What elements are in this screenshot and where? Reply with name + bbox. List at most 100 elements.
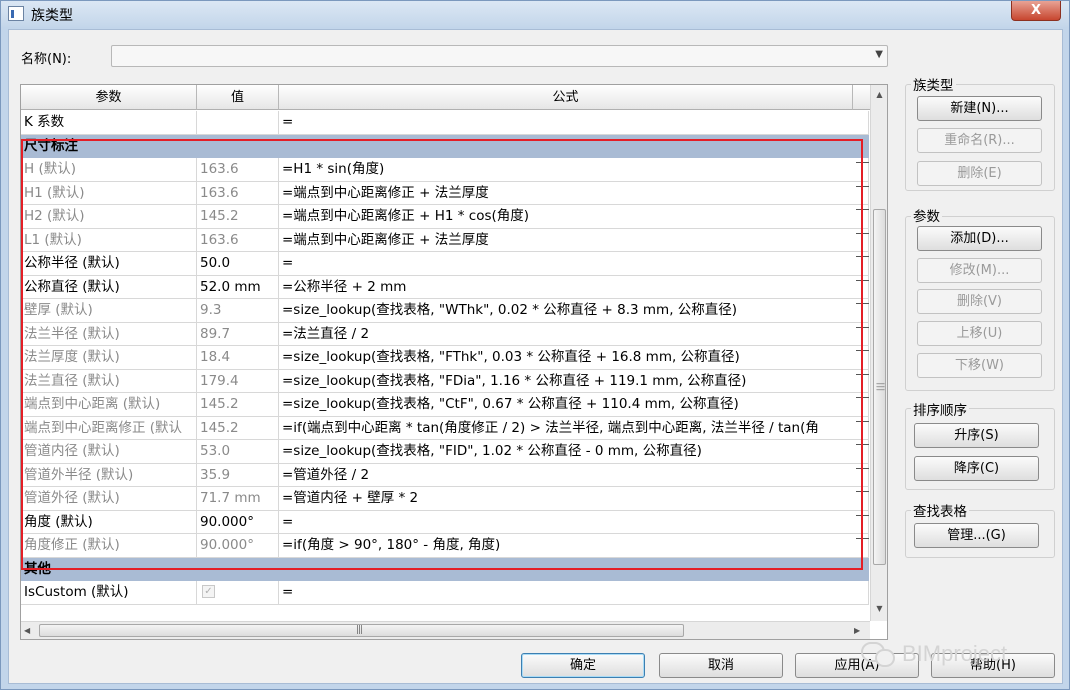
formula-cell[interactable]: =if(角度 > 90°, 180° - 角度, 角度) xyxy=(279,534,869,557)
value-cell[interactable]: 145.2 xyxy=(197,205,279,228)
parameter-name-cell[interactable]: 公称直径 (默认) xyxy=(21,275,197,298)
group-header[interactable]: 其他 xyxy=(21,557,869,581)
delete-parameter-button[interactable]: 删除(V) xyxy=(917,289,1042,314)
table-row[interactable]: IsCustom (默认) ✓ = xyxy=(21,581,869,605)
table-row[interactable]: 公称直径 (默认) 52.0 mm =公称半径 + 2 mm xyxy=(21,275,869,299)
value-cell[interactable]: 89.7 xyxy=(197,322,279,345)
table-row[interactable]: 管道内径 (默认) 53.0 =size_lookup(查找表格, "FID", 1… xyxy=(21,440,869,464)
scroll-right-icon[interactable]: ▶ xyxy=(854,623,860,639)
value-cell[interactable]: 163.6 xyxy=(197,181,279,204)
value-cell[interactable] xyxy=(197,111,279,134)
formula-cell[interactable]: =if(端点到中心距离 * tan(角度修正 / 2) > 法兰半径, 端点到中… xyxy=(279,416,869,439)
table-row[interactable]: 角度修正 (默认) 90.000° =if(角度 > 90°, 180° - 角度,… xyxy=(21,534,869,558)
formula-cell[interactable]: =法兰直径 / 2 xyxy=(279,322,869,345)
column-header-parameter[interactable]: 参数 xyxy=(21,85,197,110)
formula-cell[interactable]: =端点到中心距离修正 + 法兰厚度 xyxy=(279,181,869,204)
modify-parameter-button[interactable]: 修改(M)... xyxy=(917,258,1042,283)
table-row[interactable]: L1 (默认) 163.6 =端点到中心距离修正 + 法兰厚度 xyxy=(21,228,869,252)
vertical-scroll-thumb[interactable]: — — — xyxy=(873,209,886,565)
parameter-name-cell[interactable]: H2 (默认) xyxy=(21,205,197,228)
parameter-name-cell[interactable]: L1 (默认) xyxy=(21,228,197,251)
parameter-name-cell[interactable]: H (默认) xyxy=(21,158,197,181)
column-header-formula[interactable]: 公式 xyxy=(279,85,853,110)
formula-cell[interactable]: =端点到中心距离修正 + H1 * cos(角度) xyxy=(279,205,869,228)
table-row[interactable]: 角度 (默认) 90.000° = xyxy=(21,510,869,534)
value-cell[interactable]: 90.000° xyxy=(197,534,279,557)
value-cell[interactable]: 163.6 xyxy=(197,228,279,251)
table-row[interactable]: 端点到中心距离 (默认) 145.2 =size_lookup(查找表格, "CtF… xyxy=(21,393,869,417)
ok-button[interactable]: 确定 xyxy=(521,653,645,678)
value-cell[interactable]: 50.0 xyxy=(197,252,279,275)
close-button[interactable]: X xyxy=(1011,1,1061,21)
table-row[interactable]: H2 (默认) 145.2 =端点到中心距离修正 + H1 * cos(角度) xyxy=(21,205,869,229)
parameter-name-cell[interactable]: H1 (默认) xyxy=(21,181,197,204)
parameter-name-cell[interactable]: 管道外径 (默认) xyxy=(21,487,197,510)
cancel-button[interactable]: 取消 xyxy=(659,653,783,678)
table-row[interactable]: K 系数 = xyxy=(21,111,869,135)
formula-cell[interactable]: =管道外径 / 2 xyxy=(279,463,869,486)
table-row[interactable]: H (默认) 163.6 =H1 * sin(角度) xyxy=(21,158,869,182)
title-bar[interactable]: 族类型 X xyxy=(1,1,1069,27)
formula-cell[interactable]: =size_lookup(查找表格, "FThk", 0.03 * 公称直径 +… xyxy=(279,346,869,369)
formula-cell[interactable]: = xyxy=(279,111,869,134)
horizontal-scrollbar[interactable]: ◀ ||| ▶ xyxy=(21,621,870,639)
value-cell[interactable]: 163.6 xyxy=(197,158,279,181)
value-cell[interactable]: 9.3 xyxy=(197,299,279,322)
chevron-down-icon[interactable]: ▼ xyxy=(875,49,883,60)
column-header-value[interactable]: 值 xyxy=(197,85,279,110)
parameter-name-cell[interactable]: K 系数 xyxy=(21,111,197,134)
new-type-button[interactable]: 新建(N)... xyxy=(917,96,1042,121)
manage-lookup-tables-button[interactable]: 管理...(G) xyxy=(914,523,1039,548)
value-cell[interactable]: 35.9 xyxy=(197,463,279,486)
sort-descending-button[interactable]: 降序(C) xyxy=(914,456,1039,481)
parameter-name-cell[interactable]: 端点到中心距离修正 (默认 xyxy=(21,416,197,439)
value-cell[interactable]: 71.7 mm xyxy=(197,487,279,510)
move-up-button[interactable]: 上移(U) xyxy=(917,321,1042,346)
parameter-name-cell[interactable]: 角度 (默认) xyxy=(21,510,197,533)
table-row[interactable]: H1 (默认) 163.6 =端点到中心距离修正 + 法兰厚度 xyxy=(21,181,869,205)
parameter-name-cell[interactable]: IsCustom (默认) xyxy=(21,581,197,604)
scroll-down-icon[interactable]: ▼ xyxy=(871,601,887,617)
move-down-button[interactable]: 下移(W) xyxy=(917,353,1042,378)
checkbox-icon[interactable]: ✓ xyxy=(202,585,215,598)
parameter-name-cell[interactable]: 公称半径 (默认) xyxy=(21,252,197,275)
formula-cell[interactable]: =size_lookup(查找表格, "CtF", 0.67 * 公称直径 + … xyxy=(279,393,869,416)
formula-cell[interactable]: = xyxy=(279,252,869,275)
parameter-name-cell[interactable]: 管道外半径 (默认) xyxy=(21,463,197,486)
value-cell[interactable]: ✓ xyxy=(197,581,279,604)
value-cell[interactable]: 179.4 xyxy=(197,369,279,392)
value-cell[interactable]: 145.2 xyxy=(197,416,279,439)
horizontal-scroll-thumb[interactable]: ||| xyxy=(39,624,684,637)
name-combobox[interactable]: ▼ xyxy=(111,45,888,67)
group-header[interactable]: 尺寸标注 xyxy=(21,134,869,158)
table-row[interactable]: 管道外半径 (默认) 35.9 =管道外径 / 2 xyxy=(21,463,869,487)
parameter-name-cell[interactable]: 法兰厚度 (默认) xyxy=(21,346,197,369)
parameter-name-cell[interactable]: 端点到中心距离 (默认) xyxy=(21,393,197,416)
formula-cell[interactable]: =公称半径 + 2 mm xyxy=(279,275,869,298)
table-row[interactable]: 法兰直径 (默认) 179.4 =size_lookup(查找表格, "FDia",… xyxy=(21,369,869,393)
rename-type-button[interactable]: 重命名(R)... xyxy=(917,128,1042,153)
formula-cell[interactable]: =size_lookup(查找表格, "WThk", 0.02 * 公称直径 +… xyxy=(279,299,869,322)
parameter-name-cell[interactable]: 法兰直径 (默认) xyxy=(21,369,197,392)
delete-type-button[interactable]: 删除(E) xyxy=(917,161,1042,186)
apply-button[interactable]: 应用(A) xyxy=(795,653,919,678)
value-cell[interactable]: 52.0 mm xyxy=(197,275,279,298)
formula-cell[interactable]: =管道内径 + 壁厚 * 2 xyxy=(279,487,869,510)
formula-cell[interactable]: = xyxy=(279,581,869,604)
value-cell[interactable]: 53.0 xyxy=(197,440,279,463)
formula-cell[interactable]: =size_lookup(查找表格, "FDia", 1.16 * 公称直径 +… xyxy=(279,369,869,392)
table-row[interactable]: 法兰半径 (默认) 89.7 =法兰直径 / 2 xyxy=(21,322,869,346)
vertical-scrollbar[interactable]: ▲ — — — ▼ xyxy=(870,85,887,621)
formula-cell[interactable]: =H1 * sin(角度) xyxy=(279,158,869,181)
parameter-name-cell[interactable]: 管道内径 (默认) xyxy=(21,440,197,463)
scroll-left-icon[interactable]: ◀ xyxy=(24,623,30,639)
scroll-up-icon[interactable]: ▲ xyxy=(871,87,887,103)
table-row[interactable]: 壁厚 (默认) 9.3 =size_lookup(查找表格, "WThk", 0.0… xyxy=(21,299,869,323)
table-row[interactable]: 公称半径 (默认) 50.0 = xyxy=(21,252,869,276)
formula-cell[interactable]: =size_lookup(查找表格, "FID", 1.02 * 公称直径 - … xyxy=(279,440,869,463)
parameter-name-cell[interactable]: 壁厚 (默认) xyxy=(21,299,197,322)
value-cell[interactable]: 90.000° xyxy=(197,510,279,533)
formula-cell[interactable]: =端点到中心距离修正 + 法兰厚度 xyxy=(279,228,869,251)
parameter-name-cell[interactable]: 法兰半径 (默认) xyxy=(21,322,197,345)
add-parameter-button[interactable]: 添加(D)... xyxy=(917,226,1042,251)
